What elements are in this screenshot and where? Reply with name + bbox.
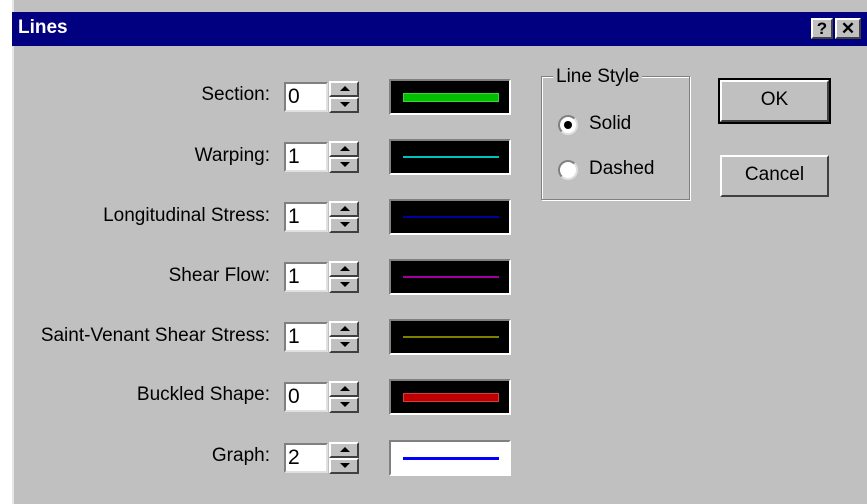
spin-up-button[interactable] [329, 381, 359, 397]
buckled-shape-color-swatch[interactable] [389, 379, 511, 415]
spin-up-button[interactable] [329, 81, 359, 97]
down-arrow-icon [340, 282, 350, 287]
close-icon: ✕ [840, 19, 856, 38]
up-arrow-icon [340, 146, 350, 151]
section-width-input[interactable]: 0 [284, 82, 328, 112]
radio-solid-label[interactable]: Solid [589, 113, 631, 135]
spin-down-button[interactable] [329, 458, 359, 474]
help-icon: ? [816, 19, 828, 38]
help-button[interactable]: ? [811, 18, 833, 39]
down-arrow-icon [340, 162, 350, 167]
saint-venant-spinner[interactable] [329, 321, 359, 353]
cancel-button[interactable]: Cancel [720, 155, 829, 197]
buckled-shape-width-input[interactable]: 0 [284, 382, 328, 412]
window-frame-left [0, 0, 12, 504]
down-arrow-icon [340, 102, 350, 107]
graph-spinner[interactable] [329, 442, 359, 474]
title-bar[interactable]: Lines ? ✕ [12, 12, 867, 46]
close-button[interactable]: ✕ [835, 18, 861, 39]
longitudinal-stress-spinner[interactable] [329, 201, 359, 233]
spin-up-button[interactable] [329, 442, 359, 458]
up-arrow-icon [340, 266, 350, 271]
spin-down-button[interactable] [329, 157, 359, 173]
line-style-group [541, 76, 690, 200]
spin-down-button[interactable] [329, 97, 359, 113]
section-color-swatch[interactable] [389, 79, 511, 115]
graph-color-swatch[interactable] [389, 440, 511, 476]
row-label: Shear Flow: [168, 265, 270, 286]
line-preview [403, 156, 499, 158]
warping-color-swatch[interactable] [389, 139, 511, 175]
down-arrow-icon [340, 342, 350, 347]
down-arrow-icon [340, 463, 350, 468]
shear-flow-color-swatch[interactable] [389, 259, 511, 295]
line-preview [403, 336, 499, 338]
ok-button[interactable]: OK [718, 78, 831, 124]
row-label: Section: [201, 84, 270, 105]
section-spinner[interactable] [329, 81, 359, 113]
spin-up-button[interactable] [329, 201, 359, 217]
line-preview [403, 276, 499, 278]
row-label: Graph: [211, 445, 270, 466]
radio-dot-solid [564, 121, 572, 129]
up-arrow-icon [340, 326, 350, 331]
spin-down-button[interactable] [329, 217, 359, 233]
spin-up-button[interactable] [329, 261, 359, 277]
window-frame-inner [12, 0, 14, 504]
row-label: Warping: [194, 145, 270, 166]
radio-solid[interactable] [558, 115, 578, 135]
spin-down-button[interactable] [329, 337, 359, 353]
warping-spinner[interactable] [329, 141, 359, 173]
line-preview [403, 216, 499, 218]
row-label: Saint-Venant Shear Stress: [40, 325, 270, 346]
row-label: Longitudinal Stress: [103, 205, 270, 226]
spin-down-button[interactable] [329, 397, 359, 413]
radio-dashed-label[interactable]: Dashed [589, 158, 655, 180]
up-arrow-icon [340, 206, 350, 211]
longitudinal-stress-width-input[interactable]: 1 [284, 202, 328, 232]
line-preview [403, 392, 499, 402]
radio-dashed[interactable] [558, 160, 578, 180]
shear-flow-width-input[interactable]: 1 [284, 262, 328, 292]
saint-venant-color-swatch[interactable] [389, 319, 511, 355]
spin-up-button[interactable] [329, 321, 359, 337]
longitudinal-stress-color-swatch[interactable] [389, 199, 511, 235]
down-arrow-icon [340, 402, 350, 407]
shear-flow-spinner[interactable] [329, 261, 359, 293]
line-style-group-title: Line Style [553, 66, 643, 88]
saint-venant-width-input[interactable]: 1 [284, 322, 328, 352]
up-arrow-icon [340, 447, 350, 452]
spin-down-button[interactable] [329, 277, 359, 293]
spin-up-button[interactable] [329, 141, 359, 157]
graph-width-input[interactable]: 2 [284, 443, 328, 473]
up-arrow-icon [340, 386, 350, 391]
window-title: Lines [18, 17, 68, 38]
buckled-shape-spinner[interactable] [329, 381, 359, 413]
row-label: Buckled Shape: [136, 384, 270, 405]
warping-width-input[interactable]: 1 [284, 142, 328, 172]
down-arrow-icon [340, 222, 350, 227]
line-preview [403, 456, 499, 460]
line-preview [403, 92, 499, 102]
up-arrow-icon [340, 86, 350, 91]
